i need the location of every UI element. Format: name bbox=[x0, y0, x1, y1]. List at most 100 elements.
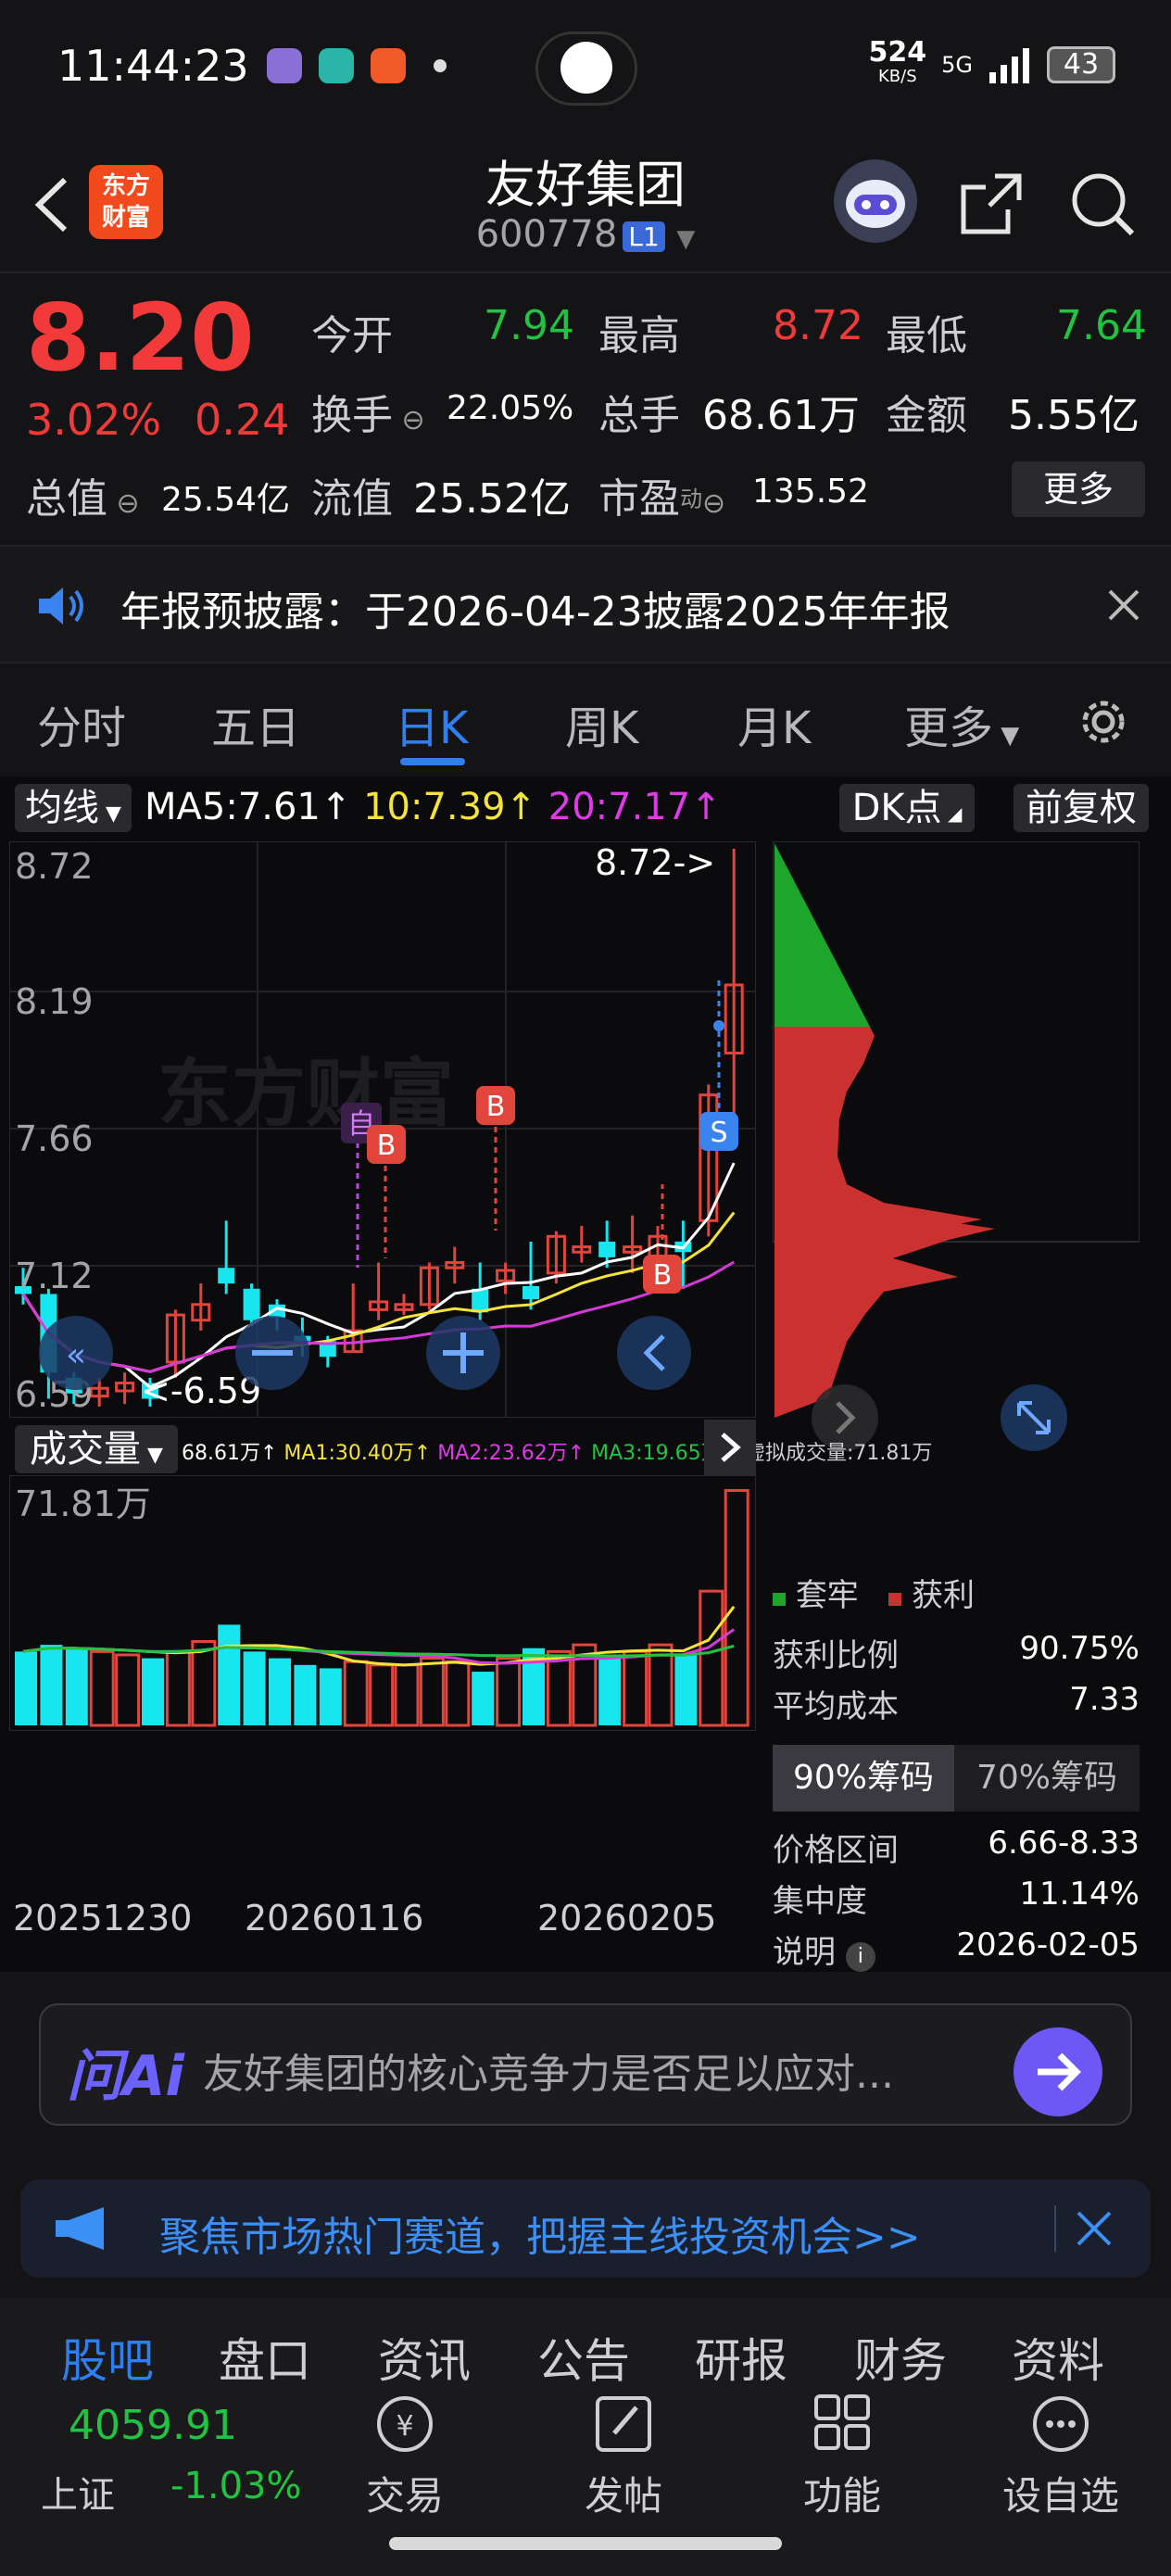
change-percent: 3.02% bbox=[26, 395, 162, 445]
robot-assistant-icon[interactable] bbox=[834, 159, 917, 243]
change-amount: 0.24 bbox=[195, 395, 290, 445]
dk-point-label: DK点 bbox=[851, 787, 942, 829]
tab-pankou[interactable]: 盘口 bbox=[219, 2324, 311, 2391]
tab-finance[interactable]: 财务 bbox=[854, 2324, 947, 2391]
ai-question-bar[interactable]: 问Ai 友好集团的核心竞争力是否足以应对... bbox=[39, 2003, 1132, 2126]
profit-ratio-label: 获利比例 bbox=[773, 1637, 899, 1674]
info-circle-icon[interactable]: ⊖ bbox=[393, 404, 425, 436]
dk-point-button[interactable]: DK点 ◢ bbox=[839, 784, 975, 832]
add-watchlist-button[interactable]: 设自选 bbox=[991, 2391, 1130, 2521]
stock-header: 东方 财富 友好集团 600778 L1 ▼ bbox=[0, 139, 1171, 273]
tab-weekly-k[interactable]: 周K bbox=[565, 691, 638, 756]
mktcap-label: 总值 bbox=[26, 475, 107, 523]
add-watchlist-label: 设自选 bbox=[1001, 2473, 1119, 2519]
info-circle-icon[interactable]: ⊖ bbox=[702, 487, 725, 520]
expand-icon[interactable] bbox=[1001, 1384, 1067, 1451]
turnover-value: 22.05% bbox=[447, 389, 574, 427]
volume-bar bbox=[472, 1672, 495, 1725]
index-value[interactable]: 4059.91 bbox=[69, 2402, 237, 2449]
bottom-bar: 股吧 盘口 资讯 公告 研报 财务 资料 4059.91 上证 -1.03% ¥… bbox=[0, 2298, 1171, 2576]
divider bbox=[1054, 2205, 1056, 2252]
net-speed: 524 bbox=[868, 36, 927, 69]
tab-research[interactable]: 研报 bbox=[695, 2324, 787, 2391]
mktcap-value: 25.54亿 bbox=[161, 481, 291, 519]
kline-price-chart[interactable]: 东方财富 自 B B B S 8.72 8.19 7.66 7.12 6.59 … bbox=[9, 841, 756, 1418]
sell-marker-label: S bbox=[710, 1117, 727, 1149]
close-icon[interactable] bbox=[1101, 582, 1147, 628]
chevron-right-icon bbox=[721, 1433, 741, 1462]
ma-selector-label: 均线 bbox=[25, 787, 100, 829]
gear-icon[interactable] bbox=[1075, 693, 1132, 751]
corner-caret-icon: ◢ bbox=[941, 802, 963, 825]
volume-bar bbox=[15, 1651, 37, 1725]
volume-selector[interactable]: 成交量 ▼ bbox=[15, 1425, 178, 1473]
boss-app-icon bbox=[319, 48, 354, 83]
dropdown-caret-icon: ▼ bbox=[141, 1444, 163, 1467]
tab-guba[interactable]: 股吧 bbox=[61, 2324, 154, 2391]
tab-profile[interactable]: 资料 bbox=[1012, 2324, 1104, 2391]
home-indicator[interactable] bbox=[389, 2537, 782, 2550]
pe-value: 135.52 bbox=[752, 473, 869, 511]
post-label: 发帖 bbox=[584, 2473, 662, 2519]
promo-text: 聚焦市场热门赛道，把握主线投资机会>> bbox=[159, 2214, 921, 2261]
volume-selector-label: 成交量 bbox=[30, 1428, 142, 1471]
ma20-value: 20:7.17↑ bbox=[548, 786, 722, 828]
candle-body bbox=[243, 1288, 260, 1320]
kline-chart-area: 均线 ▼ MA5:7.61↑ 10:7.39↑ 20:7.17↑ DK点 ◢ 前… bbox=[0, 777, 1171, 1972]
volume-bar bbox=[269, 1658, 291, 1725]
trapped-legend: 套牢 bbox=[795, 1577, 859, 1614]
y-label: 8.19 bbox=[15, 981, 94, 1022]
post-button[interactable]: 发帖 bbox=[554, 2391, 693, 2521]
scroll-left-fast-control[interactable]: « bbox=[39, 1316, 113, 1390]
vol-ma1: MA1:30.40万↑ bbox=[283, 1442, 432, 1465]
app-notification-icon bbox=[371, 48, 406, 83]
status-time: 11:44:23 bbox=[57, 41, 249, 91]
tab-intraday[interactable]: 分时 bbox=[37, 691, 126, 756]
tab-more[interactable]: 更多 ▼ bbox=[904, 691, 1019, 756]
speaker-icon bbox=[39, 587, 83, 625]
zoom-in-control[interactable] bbox=[426, 1316, 500, 1390]
expand-legend-button[interactable] bbox=[704, 1420, 756, 1475]
active-tab-indicator bbox=[400, 758, 465, 765]
volume-bar bbox=[142, 1658, 164, 1725]
adjust-button[interactable]: 前复权 bbox=[1014, 784, 1149, 832]
trade-label: 交易 bbox=[365, 2473, 444, 2519]
more-button[interactable]: 更多 bbox=[1012, 461, 1145, 517]
zoom-out-control[interactable] bbox=[235, 1316, 309, 1390]
close-icon[interactable] bbox=[1069, 2203, 1119, 2254]
index-name: 上证 bbox=[41, 2474, 115, 2517]
info-icon[interactable]: i bbox=[845, 1942, 875, 1972]
scroll-left-control[interactable] bbox=[617, 1316, 691, 1390]
low-marker: <-6.59 bbox=[141, 1370, 261, 1411]
announcement-banner[interactable]: 年报预披露：于2026-04-23披露2025年年报 bbox=[0, 545, 1171, 663]
edit-icon bbox=[596, 2396, 651, 2452]
profit-legend-icon bbox=[888, 1593, 902, 1606]
amount-value: 5.55亿 bbox=[1008, 392, 1140, 439]
tab-five-day[interactable]: 五日 bbox=[211, 691, 300, 756]
ma5-value: MA5:7.61↑ bbox=[145, 786, 352, 828]
avg-cost-label: 平均成本 bbox=[773, 1688, 899, 1725]
turnover-label: 换手 bbox=[311, 392, 393, 439]
tab-news[interactable]: 资讯 bbox=[378, 2324, 471, 2391]
trade-button[interactable]: ¥ 交易 bbox=[335, 2391, 474, 2521]
ma-selector[interactable]: 均线 ▼ bbox=[15, 784, 132, 832]
share-icon[interactable] bbox=[954, 167, 1028, 241]
dynamic-island bbox=[535, 32, 637, 106]
y-label: 8.72 bbox=[15, 846, 94, 887]
info-circle-icon[interactable]: ⊖ bbox=[107, 487, 140, 520]
search-icon[interactable] bbox=[1065, 167, 1140, 241]
buy-marker-label: B bbox=[486, 1091, 506, 1123]
tab-announcements[interactable]: 公告 bbox=[537, 2324, 630, 2391]
promo-banner[interactable]: 聚焦市场热门赛道，把握主线投资机会>> bbox=[20, 2179, 1151, 2278]
tab-daily-k[interactable]: 日K bbox=[395, 691, 468, 756]
open-label: 今开 bbox=[311, 312, 393, 360]
tab-chip-90[interactable]: 90%筹码 bbox=[773, 1745, 954, 1812]
volume-chart[interactable]: 71.81万 bbox=[9, 1475, 756, 1731]
tab-chip-70[interactable]: 70%筹码 bbox=[954, 1745, 1140, 1812]
vol-virtual: 虚拟成交量:71.81万 bbox=[745, 1442, 933, 1465]
tab-monthly-k[interactable]: 月K bbox=[737, 691, 811, 756]
functions-button[interactable]: 功能 bbox=[773, 2391, 912, 2521]
ma10-value: 10:7.39↑ bbox=[363, 786, 537, 828]
ai-send-button[interactable] bbox=[1014, 2027, 1102, 2116]
dropdown-caret-icon: ▼ bbox=[676, 225, 696, 253]
